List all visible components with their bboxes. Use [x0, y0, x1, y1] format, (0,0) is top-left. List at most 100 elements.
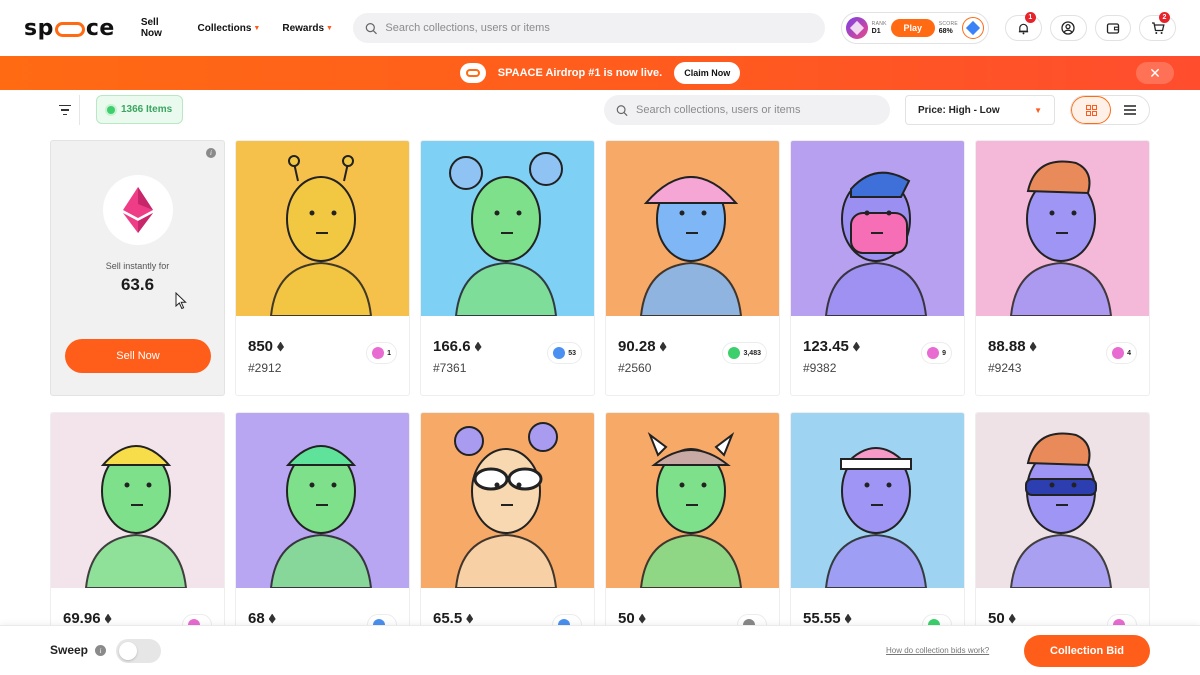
collection-bid-button[interactable]: Collection Bid: [1024, 635, 1150, 667]
nft-card[interactable]: 90.28 #2560 3,483: [605, 140, 780, 396]
ethereum-icon: [268, 613, 276, 624]
sort-dropdown[interactable]: Price: High - Low ▼: [905, 95, 1055, 125]
nft-artwork: [421, 413, 594, 588]
nft-card[interactable]: 850 #2912 1: [235, 140, 410, 396]
score-value: 68%: [938, 27, 953, 35]
rank-stack: RANK D1: [871, 20, 887, 35]
rarity-rank-chip: 53: [547, 342, 582, 364]
collection-bids-help-link[interactable]: How do collection bids work?: [886, 646, 989, 655]
main-nav: Sell Now Collections ▼ Rewards ▼: [141, 17, 333, 39]
sweep-toggle[interactable]: [116, 639, 161, 663]
sell-value: 63.6: [120, 275, 155, 294]
view-toggle: [1070, 95, 1150, 125]
diamond-icon: [962, 17, 985, 39]
wallet-button[interactable]: [1094, 15, 1132, 41]
grid-view-button[interactable]: [1071, 96, 1111, 124]
filter-toggle-button[interactable]: [50, 95, 80, 125]
nft-info: 166.6 #7361 53: [421, 316, 594, 375]
close-icon: ✕: [1149, 64, 1161, 81]
rarity-badge-icon: [728, 347, 741, 359]
nav-collections-label: Collections: [197, 22, 252, 34]
info-icon[interactable]: i: [206, 148, 216, 158]
ethereum-icon: [277, 341, 285, 352]
nft-price-value: 88.88: [988, 338, 1026, 355]
rank-widget[interactable]: RANK D1 Play SCORE 68%: [840, 12, 990, 44]
filter-icon: [58, 104, 71, 107]
nft-info: 850 #2912 1: [236, 316, 409, 375]
bell-icon: [1018, 23, 1029, 34]
nft-card[interactable]: 88.88 #9243 4: [975, 140, 1150, 396]
info-icon[interactable]: i: [95, 645, 106, 656]
nft-info: 88.88 #9243 4: [976, 316, 1149, 375]
mouse-cursor-icon: [175, 292, 187, 310]
notifications-count: 1: [1024, 12, 1036, 23]
nft-info: 69.96: [51, 588, 224, 636]
instant-sell-card: i Sell instantly for 63.6 Sell Now: [50, 140, 225, 396]
nav-sell-now[interactable]: Sell Now: [141, 17, 176, 39]
live-dot-icon: [107, 105, 115, 114]
nft-info: 50: [976, 588, 1149, 636]
profile-button[interactable]: [1049, 15, 1087, 41]
nft-artwork: [236, 413, 409, 588]
ethereum-icon: [852, 341, 860, 352]
rarity-badge-icon: [1112, 347, 1125, 359]
cart-icon: [1151, 22, 1165, 34]
chevron-down-icon: ▼: [253, 24, 261, 32]
top-navbar: spce Sell Now Collections▼ Rewards▼ RANK…: [0, 0, 1200, 56]
cart-button[interactable]: 2: [1139, 12, 1176, 41]
nft-artwork: [606, 141, 779, 316]
nft-price-value: 166.6: [433, 338, 471, 355]
logo-text-start: sp: [24, 15, 54, 41]
nft-info: 68: [236, 588, 409, 636]
banner-close-button[interactable]: ✕: [1136, 62, 1174, 84]
ethereum-icon: [844, 613, 852, 624]
ethereum-icon: [638, 613, 646, 624]
claim-now-button[interactable]: Claim Now: [674, 62, 741, 84]
rank-badge-icon: [845, 17, 868, 39]
items-count-badge: 1366 Items: [96, 95, 184, 124]
nft-artwork: [791, 413, 964, 588]
nft-price-value: 123.45: [803, 338, 849, 355]
notifications-button[interactable]: 1: [1005, 12, 1042, 41]
nft-artwork: [236, 141, 409, 316]
collection-search[interactable]: [604, 95, 890, 125]
search-icon: [616, 104, 628, 116]
rarity-rank-value: 4: [1127, 349, 1131, 357]
nft-grid: i Sell instantly for 63.6 Sell Now 850 #2…: [50, 140, 1150, 668]
rarity-badge-icon: [927, 347, 940, 359]
global-search-input[interactable]: [385, 22, 813, 34]
spaace-logo[interactable]: sp ce: [24, 16, 115, 41]
rarity-rank-chip: 1: [366, 342, 397, 364]
sell-now-button[interactable]: Sell Now: [65, 339, 211, 373]
nft-info: 50: [606, 588, 779, 636]
rarity-rank-value: 3,483: [743, 349, 761, 357]
chevron-down-icon: ▼: [326, 24, 333, 32]
nft-price-value: 850: [248, 338, 274, 355]
rarity-rank-value: 53: [568, 349, 576, 357]
nft-info: 90.28 #2560 3,483: [606, 316, 779, 375]
wallet-icon: [1106, 23, 1120, 34]
rarity-rank-chip: 4: [1106, 342, 1137, 364]
sort-value: Price: High - Low: [918, 104, 1000, 116]
nav-collections[interactable]: Collections ▼: [198, 17, 261, 39]
grid-icon: [1085, 104, 1097, 116]
search-icon: [365, 22, 377, 34]
collection-search-input[interactable]: [636, 104, 878, 116]
ethereum-icon: [659, 341, 667, 352]
list-icon: [1124, 105, 1136, 115]
rarity-rank-chip: 9: [921, 342, 952, 364]
rarity-rank-value: 1: [387, 349, 391, 357]
rank-label: RANK: [871, 20, 887, 27]
nav-rewards[interactable]: Rewards ▼: [282, 17, 333, 39]
nft-artwork: [606, 413, 779, 588]
nft-card[interactable]: 166.6 #7361 53: [420, 140, 595, 396]
ethereum-icon: [474, 341, 482, 352]
play-button[interactable]: Play: [890, 19, 935, 37]
nft-artwork: [976, 141, 1149, 316]
score-label: SCORE: [938, 20, 959, 27]
list-view-button[interactable]: [1111, 96, 1149, 124]
ethereum-icon: [104, 613, 112, 624]
global-search[interactable]: [352, 13, 825, 43]
nft-card[interactable]: 123.45 #9382 9: [790, 140, 965, 396]
sweep-label: Sweep: [50, 643, 89, 657]
